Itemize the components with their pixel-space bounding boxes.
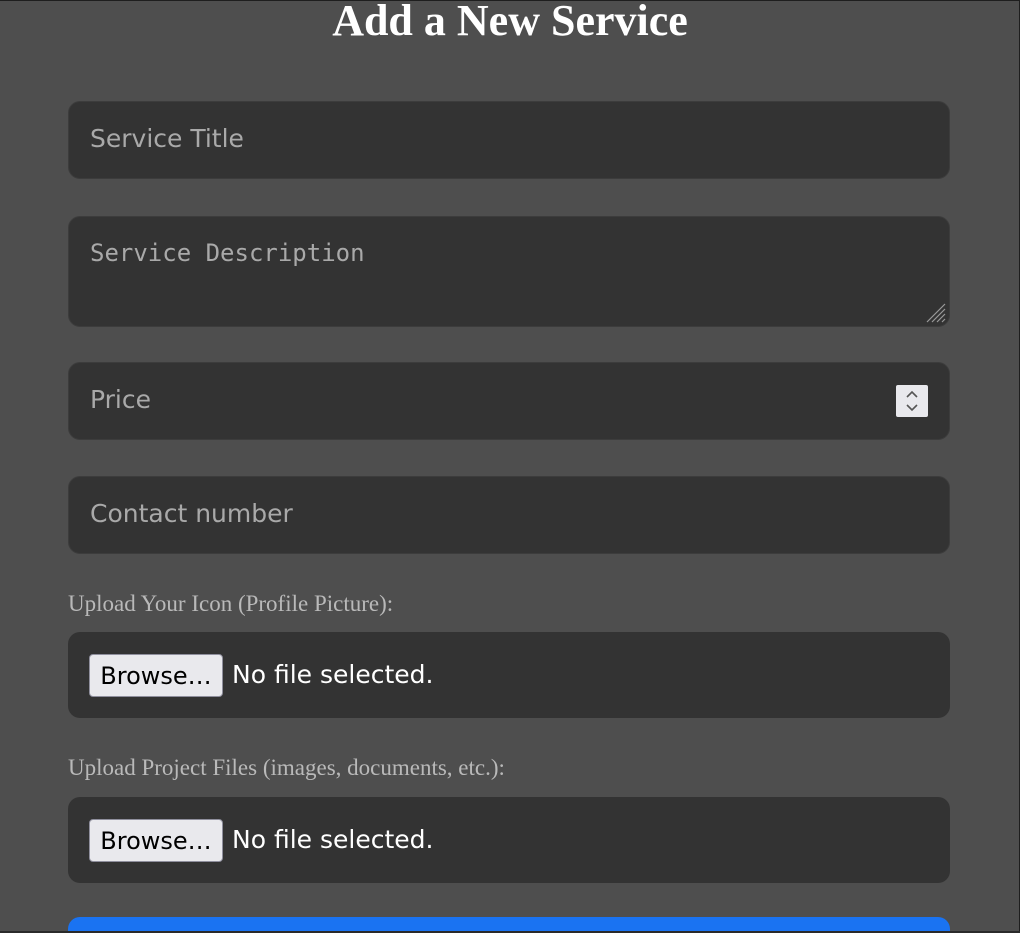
icon-browse-button[interactable]: Browse… [89, 654, 223, 697]
service-title-input[interactable]: Service Title [68, 101, 950, 179]
icon-upload-label: Upload Your Icon (Profile Picture): [68, 591, 394, 616]
service-title-placeholder: Service Title [90, 124, 244, 153]
icon-file-input[interactable]: Browse… No file selected. [68, 632, 950, 718]
number-spinner-icon[interactable] [896, 385, 928, 417]
service-form-page: Add a New Service Service Title Service … [0, 0, 1020, 933]
service-description-textarea[interactable]: Service Description [68, 216, 950, 327]
resize-grip-icon[interactable] [923, 300, 947, 324]
price-placeholder: Price [90, 385, 151, 414]
contact-number-input[interactable]: Contact number [68, 476, 950, 554]
chevron-up-down-icon [906, 390, 918, 412]
price-input[interactable]: Price [68, 362, 950, 440]
icon-file-status: No file selected. [232, 660, 434, 689]
page-title: Add a New Service [332, 0, 688, 45]
service-description-placeholder: Service Description [90, 239, 365, 267]
project-files-upload-label: Upload Project Files (images, documents,… [68, 755, 505, 780]
project-files-status: No file selected. [232, 825, 434, 854]
project-files-input[interactable]: Browse… No file selected. [68, 797, 950, 883]
project-files-browse-button[interactable]: Browse… [89, 819, 223, 862]
contact-number-placeholder: Contact number [90, 499, 293, 528]
